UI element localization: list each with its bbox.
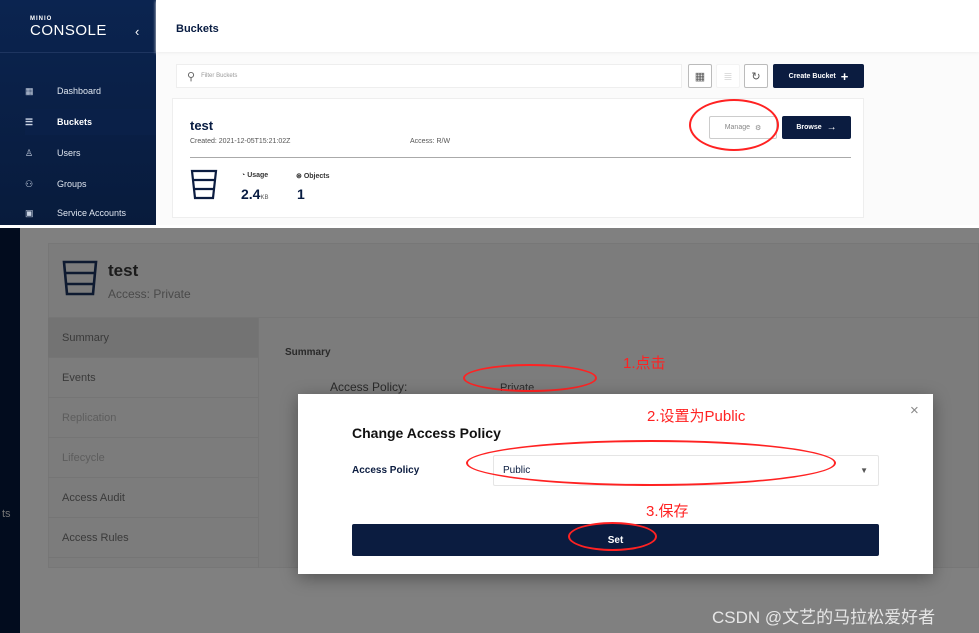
tab-access-rules[interactable]: Access Rules (48, 518, 258, 558)
modal-title: Change Access Policy (352, 425, 501, 441)
tab-summary[interactable]: Summary (48, 318, 258, 358)
sidebar-item-users[interactable]: ♙ Users (25, 140, 156, 166)
tab-replication[interactable]: Replication (48, 398, 258, 438)
bucket-icon: ☰ (25, 116, 34, 127)
summary-title: Summary (285, 347, 331, 358)
watermark: CSDN @文艺的马拉松爱好者 (712, 608, 936, 627)
objects-value: 1 (297, 186, 305, 202)
annotation-step3: 3.保存 (646, 503, 689, 520)
bucket-access: Access: R/W (410, 138, 451, 145)
list-view-button[interactable]: ≣ (716, 64, 740, 88)
tab-lifecycle[interactable]: Lifecycle (48, 438, 258, 478)
usage-value: 2.4KB (241, 186, 269, 202)
divider (0, 52, 156, 53)
access-policy-label: Access Policy: (330, 380, 408, 394)
arrow-right-icon: → (826, 122, 837, 133)
refresh-button[interactable]: ↻ (744, 64, 768, 88)
filter-buckets-input[interactable]: ⚲ Filter Buckets (176, 64, 682, 88)
annotation-step2: 2.设置为Public (647, 408, 746, 425)
create-bucket-button[interactable]: Create Bucket + (773, 64, 864, 88)
search-icon: ⚲ (187, 70, 196, 83)
bucket-icon (190, 169, 218, 200)
sidebar-fragment: ts (2, 508, 11, 520)
tab-events[interactable]: Events (48, 358, 258, 398)
objects-label: ⊛ Objects (296, 173, 330, 180)
groups-icon: ⚇ (25, 178, 34, 189)
annotation-circle-manage (689, 99, 779, 151)
sidebar (0, 228, 20, 633)
bucket-access: Access: Private (108, 287, 191, 301)
service-account-icon: ▣ (25, 207, 34, 218)
annotation-circle-policy (463, 364, 597, 392)
sidebar-item-service-accounts[interactable]: ▣ Service Accounts (25, 202, 156, 224)
user-icon: ♙ (25, 147, 34, 158)
bucket-name: test (108, 261, 139, 280)
list-icon: ≣ (723, 70, 733, 83)
dashboard-icon: ▦ (25, 85, 34, 96)
grid-view-button[interactable]: ▦ (688, 64, 712, 88)
annotation-circle-set (568, 522, 657, 551)
usage-label: ◔ Usage (241, 172, 269, 179)
divider (190, 157, 851, 158)
page-title: Buckets (176, 23, 219, 35)
sidebar-item-buckets[interactable]: ☰ Buckets (25, 109, 156, 135)
bucket-icon (62, 260, 98, 296)
bucket-name[interactable]: test (190, 118, 213, 133)
caret-down-icon: ▼ (860, 466, 868, 475)
refresh-icon: ↻ (751, 70, 761, 83)
plus-icon: + (840, 68, 849, 84)
close-icon[interactable]: × (910, 402, 919, 419)
annotation-step1: 1.点击 (623, 355, 666, 372)
grid-icon: ▦ (694, 70, 706, 83)
logo-console: CONSOLE (30, 22, 107, 39)
objects-icon: ⊛ (296, 173, 304, 180)
tab-access-audit[interactable]: Access Audit (48, 478, 258, 518)
divider (258, 318, 259, 568)
header (156, 0, 979, 52)
sidebar-item-dashboard[interactable]: ▦ Dashboard (25, 78, 156, 104)
collapse-sidebar-button[interactable]: ‹ (135, 24, 139, 39)
browse-button[interactable]: Browse → (782, 116, 851, 139)
sidebar-item-groups[interactable]: ⚇ Groups (25, 171, 156, 197)
access-policy-field-label: Access Policy (352, 465, 420, 476)
annotation-circle-select (466, 440, 836, 486)
bucket-created: Created: 2021-12-05T15:21:02Z (190, 138, 291, 145)
